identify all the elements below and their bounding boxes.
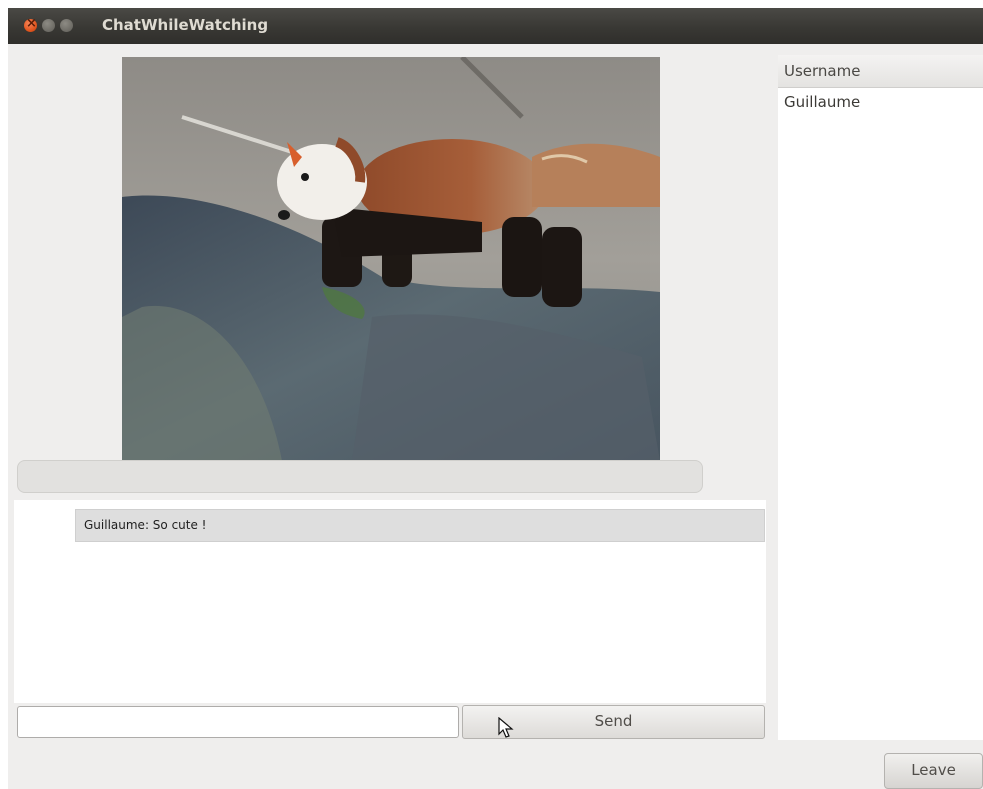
mouse-cursor-icon <box>498 717 514 738</box>
app-window: ChatWhileWatching <box>8 8 983 789</box>
video-frame <box>122 57 660 461</box>
users-panel: Username Guillaume <box>778 55 983 740</box>
leave-button[interactable]: Leave <box>884 753 983 789</box>
close-window-button[interactable] <box>24 16 37 32</box>
chat-input[interactable] <box>17 706 459 738</box>
maximize-window-button[interactable] <box>60 19 73 32</box>
users-column-header[interactable]: Username <box>778 55 983 88</box>
video-progress-bar[interactable] <box>17 460 703 493</box>
chat-message: Guillaume: So cute ! <box>75 509 765 542</box>
minimize-window-button[interactable] <box>42 19 55 32</box>
video-player[interactable] <box>122 57 660 461</box>
user-list-item[interactable]: Guillaume <box>784 93 860 111</box>
window-title: ChatWhileWatching <box>102 16 269 34</box>
chat-messages-panel: Guillaume: So cute ! <box>14 500 766 703</box>
title-bar: ChatWhileWatching <box>8 8 983 44</box>
